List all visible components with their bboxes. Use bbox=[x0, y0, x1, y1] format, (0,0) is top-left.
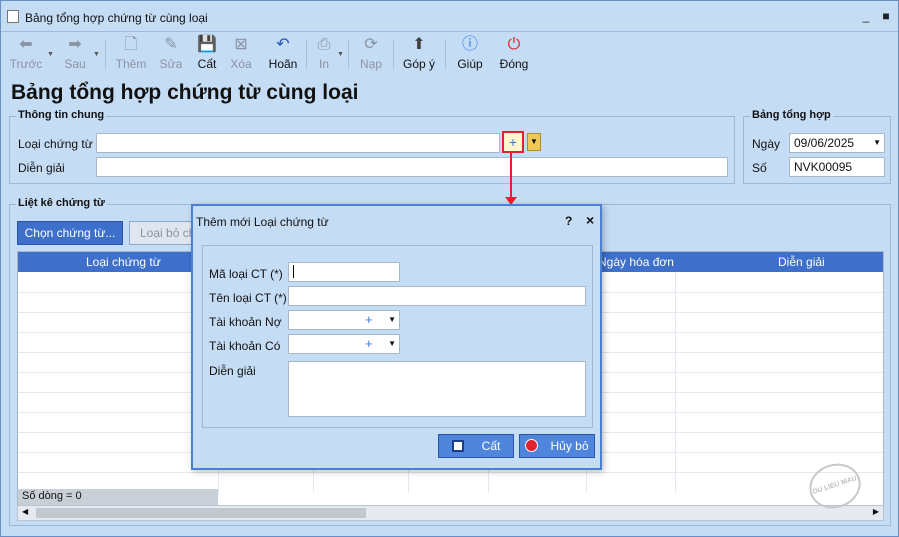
toolbar-separator bbox=[306, 39, 307, 69]
help-icon: ⓘ bbox=[461, 36, 478, 53]
grid-row-line bbox=[18, 472, 883, 473]
reload-button[interactable]: ⟳ Nạp bbox=[356, 35, 386, 73]
delete-button[interactable]: ⊠ Xóa bbox=[227, 35, 255, 73]
dialog-save-button[interactable]: Cất bbox=[438, 434, 514, 458]
edit-document-icon: ✎ bbox=[164, 36, 178, 53]
horizontal-scrollbar[interactable]: ◀ ▶ bbox=[17, 505, 884, 521]
chevron-down-icon[interactable]: ▼ bbox=[337, 51, 344, 58]
add-doc-type-button[interactable]: + bbox=[502, 131, 524, 153]
column-header[interactable]: Diễn giải bbox=[778, 255, 825, 269]
name-input[interactable] bbox=[288, 286, 586, 306]
summary-title: Bảng tổng hợp bbox=[750, 109, 833, 121]
undo-icon: ↶ bbox=[276, 36, 290, 53]
delete-document-icon: ⊠ bbox=[234, 36, 248, 53]
arrow-right-icon: ➡ bbox=[68, 36, 82, 53]
refresh-icon: ⟳ bbox=[364, 36, 378, 53]
document-list-title: Liệt kê chứng từ bbox=[16, 197, 107, 209]
dialog-title-bar: Thêm mới Loại chứng từ ? × bbox=[193, 206, 600, 236]
row-count: Số dòng = 0 bbox=[18, 489, 218, 505]
name-label: Tên loại CT (*) bbox=[209, 291, 287, 305]
close-button[interactable]: ⏻ Đóng bbox=[497, 35, 531, 73]
toolbar-separator bbox=[105, 39, 106, 69]
window-title: Bảng tổng hợp chứng từ cùng loại bbox=[25, 11, 208, 25]
feedback-button[interactable]: ⬆ Góp ý bbox=[401, 35, 437, 73]
dialog-cancel-button[interactable]: Hủy bỏ bbox=[519, 434, 595, 458]
column-header[interactable]: Loại chứng từ bbox=[86, 255, 161, 269]
cancel-icon bbox=[525, 439, 539, 452]
add-button[interactable]: 🗋 Thêm bbox=[114, 35, 148, 73]
dialog-description-label: Diễn giải bbox=[209, 364, 256, 378]
save-button[interactable]: 💾 Cất bbox=[193, 35, 221, 73]
chevron-down-icon[interactable]: ▼ bbox=[388, 339, 396, 348]
dialog-title: Thêm mới Loại chứng từ bbox=[196, 215, 329, 229]
close-icon[interactable]: × bbox=[586, 212, 594, 228]
chevron-down-icon[interactable]: ▼ bbox=[527, 133, 541, 151]
new-document-icon: 🗋 bbox=[124, 36, 138, 53]
prev-button[interactable]: ⬅ Trước bbox=[9, 35, 43, 73]
general-info-title: Thông tin chung bbox=[16, 109, 107, 121]
main-window: Bảng tổng hợp chứng từ cùng loại _ ■ ⬅ T… bbox=[0, 0, 899, 537]
choose-documents-button[interactable]: Chọn chứng từ... bbox=[17, 221, 123, 245]
page-title: Bảng tổng hợp chứng từ cùng loại bbox=[11, 81, 359, 104]
feedback-icon: ⬆ bbox=[412, 36, 426, 53]
annotation-arrow bbox=[510, 153, 512, 199]
help-icon[interactable]: ? bbox=[565, 214, 572, 228]
number-input[interactable]: NVK00095 bbox=[789, 157, 885, 177]
chevron-down-icon[interactable]: ▼ bbox=[47, 51, 54, 58]
floppy-disk-icon: 💾 bbox=[197, 36, 217, 53]
column-header[interactable]: Ngày hóa đơn bbox=[598, 255, 674, 269]
code-label: Mã loại CT (*) bbox=[209, 267, 283, 281]
next-button[interactable]: ➡ Sau bbox=[59, 35, 91, 73]
print-button[interactable]: ⎙ In bbox=[311, 35, 337, 73]
date-value: 09/06/2025 bbox=[794, 136, 855, 150]
toolbar: ⬅ Trước ▼ ➡ Sau ▼ 🗋 Thêm ✎ Sửa 💾 Cất ⊠ X… bbox=[1, 33, 898, 75]
debit-account-select[interactable]: + ▼ bbox=[288, 310, 400, 330]
grid-column-line bbox=[675, 272, 676, 492]
dialog-description-textarea[interactable] bbox=[288, 361, 586, 417]
chevron-down-icon[interactable]: ▼ bbox=[873, 138, 881, 147]
maximize-icon[interactable]: ■ bbox=[879, 9, 893, 23]
description-input[interactable] bbox=[96, 157, 728, 177]
remove-documents-button[interactable]: Loại bỏ ch bbox=[129, 221, 199, 245]
chevron-down-icon[interactable]: ▼ bbox=[93, 51, 100, 58]
toolbar-separator bbox=[445, 39, 446, 69]
debit-account-label: Tài khoản Nợ bbox=[209, 315, 282, 329]
doc-type-label: Loại chứng từ bbox=[18, 137, 93, 151]
app-icon bbox=[7, 10, 19, 23]
doc-type-input[interactable] bbox=[96, 133, 500, 153]
arrow-left-icon: ⬅ bbox=[19, 36, 33, 53]
undo-button[interactable]: ↶ Hoãn bbox=[265, 35, 301, 73]
power-icon: ⏻ bbox=[507, 36, 521, 53]
chevron-down-icon[interactable]: ▼ bbox=[388, 315, 396, 324]
scrollbar-thumb[interactable] bbox=[36, 508, 366, 518]
edit-button[interactable]: ✎ Sửa bbox=[156, 35, 186, 73]
help-button[interactable]: ⓘ Giúp bbox=[455, 35, 485, 73]
plus-icon[interactable]: + bbox=[365, 312, 373, 327]
credit-account-label: Tài khoản Có bbox=[209, 339, 281, 353]
scroll-right-icon[interactable]: ▶ bbox=[873, 507, 879, 516]
date-label: Ngày bbox=[752, 137, 781, 151]
floppy-disk-icon bbox=[451, 440, 464, 452]
printer-icon: ⎙ bbox=[317, 36, 331, 53]
date-input[interactable]: 09/06/2025 ▼ bbox=[789, 133, 885, 153]
minimize-icon[interactable]: _ bbox=[859, 9, 873, 23]
plus-icon[interactable]: + bbox=[365, 336, 373, 351]
scroll-left-icon[interactable]: ◀ bbox=[22, 507, 28, 516]
credit-account-select[interactable]: + ▼ bbox=[288, 334, 400, 354]
toolbar-separator bbox=[393, 39, 394, 69]
number-label: Số bbox=[752, 161, 767, 175]
code-input[interactable] bbox=[288, 262, 400, 282]
text-cursor bbox=[293, 265, 294, 278]
description-label: Diễn giải bbox=[18, 161, 65, 175]
toolbar-separator bbox=[348, 39, 349, 69]
title-bar: Bảng tổng hợp chứng từ cùng loại _ ■ bbox=[1, 1, 898, 32]
add-doc-type-dialog: Thêm mới Loại chứng từ ? × Mã loại CT (*… bbox=[191, 204, 602, 470]
